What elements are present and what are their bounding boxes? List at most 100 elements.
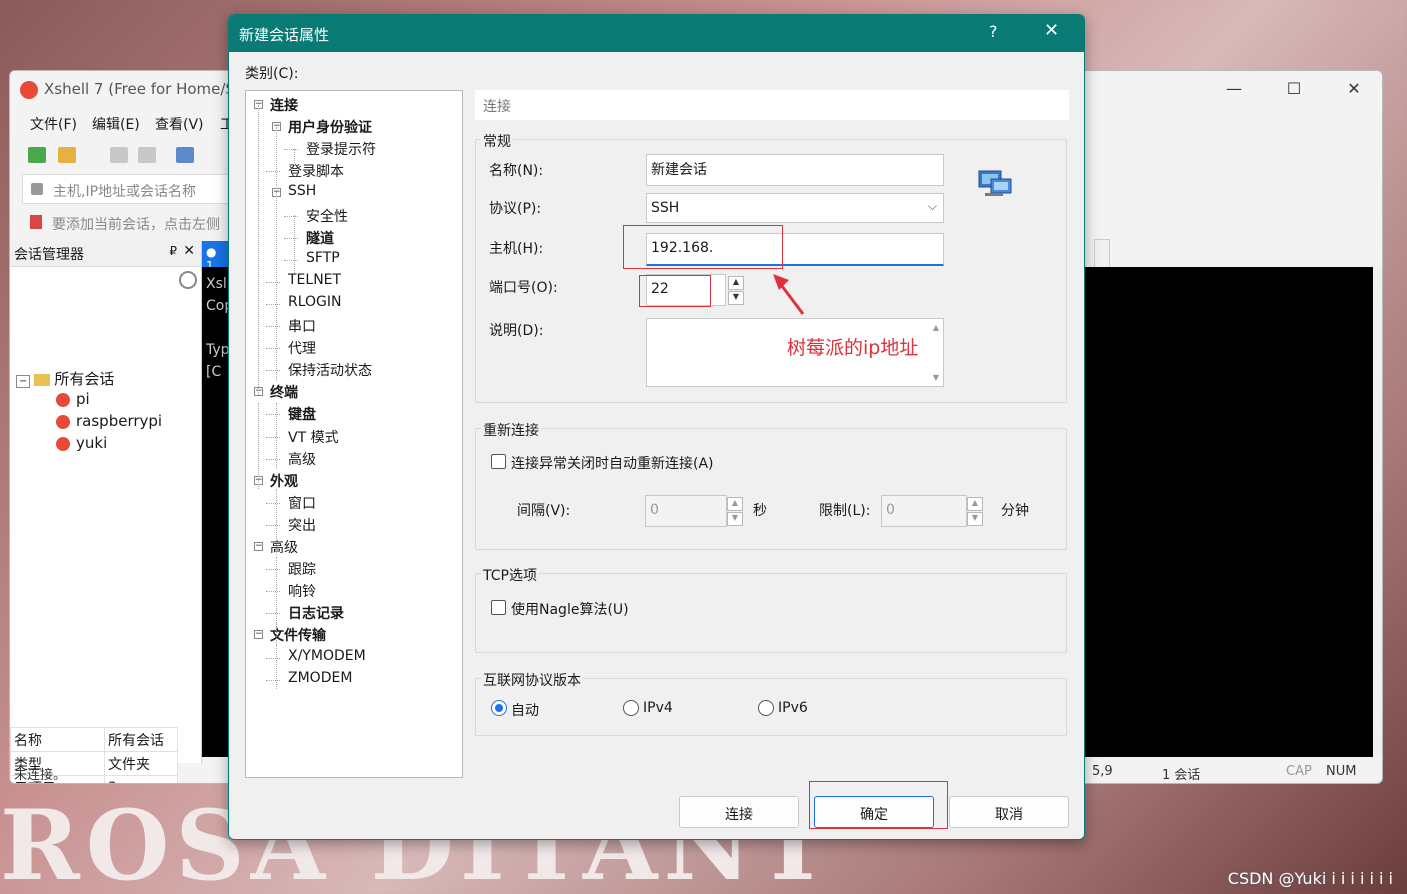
bookmark-icon	[30, 215, 42, 229]
minimize-icon[interactable]: —	[1224, 79, 1244, 98]
name-input[interactable]: 新建会话	[646, 154, 944, 186]
tree-connector	[266, 326, 280, 327]
session-icon	[56, 414, 70, 429]
category-tree-item[interactable]: TELNET	[288, 272, 341, 288]
pin-icon[interactable]: ₽	[169, 244, 177, 258]
property-row: 名称 所有会话	[10, 727, 178, 752]
ipv6-radio[interactable]	[758, 700, 774, 716]
tree-root-label: 所有会话	[54, 370, 115, 388]
interval-down-arrow-icon[interactable]: ▼	[727, 512, 743, 526]
dialog-close-icon[interactable]: ✕	[1044, 20, 1059, 41]
scroll-up-icon[interactable]: ▲	[933, 323, 939, 332]
category-tree-item[interactable]: 登录提示符	[306, 139, 376, 159]
category-tree-item[interactable]: 串口	[288, 316, 316, 336]
category-tree-item[interactable]: ZMODEM	[288, 670, 352, 686]
maximize-icon[interactable]: ☐	[1284, 79, 1304, 98]
category-tree-item[interactable]: 突出	[288, 515, 316, 535]
nagle-label[interactable]: 使用Nagle算法(U)	[511, 599, 629, 619]
nagle-checkbox[interactable]	[491, 600, 506, 615]
category-tree-item[interactable]: SFTP	[306, 250, 340, 266]
tree-connector	[276, 645, 277, 669]
terminal-scrollbar[interactable]	[1373, 267, 1382, 757]
tree-connector	[258, 403, 259, 489]
category-tree-item[interactable]: RLOGIN	[288, 294, 342, 310]
ipv4-radio[interactable]	[623, 700, 639, 716]
category-tree-item[interactable]: X/YMODEM	[288, 648, 366, 664]
ip-auto-label[interactable]: 自动	[511, 700, 539, 720]
terminal-line: [C	[206, 364, 222, 380]
category-tree-item[interactable]: 日志记录	[288, 603, 344, 623]
limit-up-arrow-icon[interactable]: ▲	[967, 497, 983, 511]
limit-input[interactable]: 0	[881, 495, 967, 527]
category-tree-item[interactable]: 代理	[288, 338, 316, 358]
tree-item-session[interactable]: yuki	[56, 434, 107, 452]
category-tree-item[interactable]: 键盘	[288, 404, 316, 424]
address-bar[interactable]: 主机,IP地址或会话名称	[22, 174, 232, 204]
terminal-output-right[interactable]	[1085, 267, 1373, 757]
scroll-down-icon[interactable]: ▼	[933, 373, 939, 382]
category-tree-item[interactable]: SSH	[288, 183, 316, 199]
tree-connector	[276, 489, 277, 555]
category-label: 类别(C):	[245, 66, 299, 82]
category-tree-item[interactable]: 文件传输	[270, 625, 326, 645]
port-label: 端口号(O):	[489, 280, 558, 296]
settings-icon[interactable]	[176, 147, 194, 163]
help-icon[interactable]: ?	[989, 22, 998, 41]
connect-button[interactable]: 连接	[679, 796, 799, 828]
port-up-arrow-icon[interactable]: ▲	[728, 276, 744, 290]
category-tree-item[interactable]: 连接	[270, 95, 298, 115]
category-tree-item[interactable]: 用户身份验证	[288, 117, 372, 137]
tree-root-all-sessions[interactable]: − 所有会话	[16, 368, 114, 389]
ipv4-label[interactable]: IPv4	[643, 700, 673, 716]
protocol-value: SSH	[651, 200, 680, 216]
cancel-button[interactable]: 取消	[949, 796, 1069, 828]
category-tree-item[interactable]: 高级	[288, 449, 316, 469]
category-tree-item[interactable]: 终端	[270, 382, 298, 402]
menu-edit[interactable]: 编辑(E)	[92, 114, 140, 134]
dialog-titlebar: 新建会话属性 ? ✕	[229, 15, 1084, 52]
open-folder-icon[interactable]	[58, 147, 76, 163]
unlink-icon[interactable]	[138, 147, 156, 163]
tree-connector	[266, 171, 280, 173]
interval-up-arrow-icon[interactable]: ▲	[727, 497, 743, 511]
host-label: 主机(H):	[489, 241, 544, 257]
session-label: pi	[76, 390, 90, 408]
terminal-tab[interactable]: ● 1	[202, 241, 230, 273]
category-tree-item[interactable]: 外观	[270, 471, 298, 491]
category-tree-item[interactable]: 保持活动状态	[288, 360, 372, 380]
category-tree-item[interactable]: 安全性	[306, 206, 348, 226]
tree-item-session[interactable]: pi	[56, 390, 90, 408]
port-down-arrow-icon[interactable]: ▼	[728, 291, 744, 305]
category-tree-item[interactable]: 响铃	[288, 581, 316, 601]
category-tree-item[interactable]: 跟踪	[288, 559, 316, 579]
reconnect-group	[475, 428, 1067, 550]
category-tree-item[interactable]: 窗口	[288, 493, 316, 513]
close-pane-icon[interactable]: ✕	[183, 243, 195, 259]
ipv6-label[interactable]: IPv6	[778, 700, 808, 716]
reconnect-group-label: 重新连接	[481, 420, 541, 440]
status-sessions[interactable]: 1 会话	[1162, 764, 1200, 783]
new-session-icon[interactable]	[28, 147, 46, 163]
protocol-select[interactable]: SSH ⌵	[646, 193, 944, 223]
search-icon[interactable]	[179, 271, 197, 289]
xshell-logo-icon	[20, 81, 38, 99]
category-tree-item[interactable]: 隧道	[306, 228, 334, 248]
category-tree-item[interactable]: 登录脚本	[288, 161, 344, 181]
ip-auto-radio[interactable]	[491, 700, 507, 716]
tree-expand-toggle[interactable]: −	[254, 630, 263, 640]
menu-view[interactable]: 查看(V)	[155, 114, 204, 134]
category-tree-item[interactable]: VT 模式	[288, 427, 339, 447]
category-tree-item[interactable]: 高级	[270, 537, 298, 557]
menu-file[interactable]: 文件(F)	[30, 114, 77, 134]
link-icon[interactable]	[110, 147, 128, 163]
terminal-line: Cop	[206, 298, 230, 314]
interval-input[interactable]: 0	[645, 495, 727, 527]
auto-reconnect-label[interactable]: 连接异常关闭时自动重新连接(A)	[511, 453, 714, 473]
auto-reconnect-checkbox[interactable]	[491, 454, 506, 469]
close-window-icon[interactable]: ✕	[1344, 79, 1364, 98]
tree-expand-toggle[interactable]: −	[254, 542, 263, 551]
tree-connector	[266, 414, 280, 416]
tree-item-session[interactable]: raspberrypi	[56, 412, 162, 430]
terminal-output[interactable]: Xsl Cop Typ [C	[202, 267, 230, 757]
limit-down-arrow-icon[interactable]: ▼	[967, 512, 983, 526]
